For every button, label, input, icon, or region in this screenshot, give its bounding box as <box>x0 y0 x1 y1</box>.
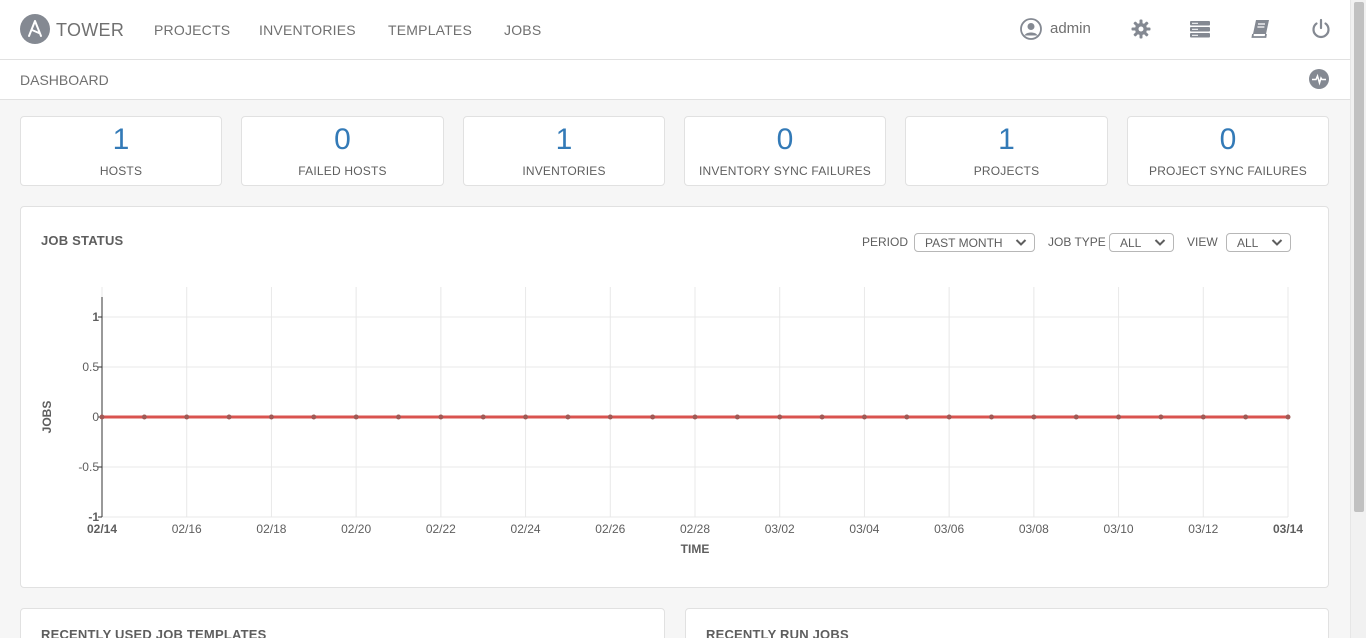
count-failed-hosts[interactable]: 0 FAILED HOSTS <box>241 116 444 186</box>
breadcrumb-dashboard: DASHBOARD <box>20 72 109 88</box>
power-logout-icon[interactable] <box>1310 18 1332 40</box>
data-point <box>692 414 698 420</box>
x-tick-label: 02/24 <box>511 522 541 536</box>
count-project-sync-failures[interactable]: 0 PROJECT SYNC FAILURES <box>1127 116 1329 186</box>
data-point <box>777 414 783 420</box>
vertical-scrollbar[interactable] <box>1350 0 1366 638</box>
data-point <box>141 414 147 420</box>
data-point <box>989 414 994 420</box>
count-value: 1 <box>555 123 573 156</box>
data-point <box>226 414 232 420</box>
ansible-logo-icon[interactable] <box>20 14 50 44</box>
user-icon[interactable] <box>1020 18 1042 40</box>
user-name-link[interactable]: admin <box>1050 20 1091 37</box>
data-point <box>1031 414 1037 420</box>
x-tick-label: 03/12 <box>1188 522 1218 536</box>
count-hosts[interactable]: 1 HOSTS <box>20 116 222 186</box>
y-tick-label: 0 <box>92 410 99 424</box>
data-point <box>1200 414 1206 420</box>
count-inventories[interactable]: 1 INVENTORIES <box>463 116 665 186</box>
data-point <box>1158 414 1164 420</box>
x-tick-label: 03/06 <box>934 522 964 536</box>
data-point <box>565 414 571 420</box>
x-axis-title: TIME <box>681 542 710 556</box>
y-axis-title: JOBS <box>40 401 54 434</box>
breadcrumb-bar: DASHBOARD <box>0 60 1350 100</box>
x-tick-label: 02/26 <box>595 522 625 536</box>
data-point <box>184 414 190 420</box>
activity-stream-icon[interactable] <box>1309 69 1329 89</box>
brand-name[interactable]: TOWER <box>56 20 124 41</box>
x-tick-label: 02/14 <box>87 522 117 536</box>
recent-jobs-title: RECENTLY RUN JOBS <box>706 627 849 638</box>
data-point <box>734 414 740 420</box>
data-point <box>819 414 825 420</box>
job-status-chart: 10.50-0.5-102/14 02/16 02/18 02/20 02/22 02/2… <box>40 287 1303 556</box>
data-point <box>607 414 613 420</box>
count-inventory-sync-failures[interactable]: 0 INVENTORY SYNC FAILURES <box>684 116 886 186</box>
data-point <box>1243 414 1249 420</box>
data-point <box>946 414 952 420</box>
count-label: PROJECT SYNC FAILURES <box>1148 164 1307 178</box>
data-point <box>353 414 359 420</box>
top-navigation-bar: TOWER PROJECTS INVENTORIES TEMPLATES JOB… <box>0 0 1350 60</box>
x-tick-label: 02/22 <box>426 522 456 536</box>
x-tick-label: 02/18 <box>256 522 286 536</box>
server-list-icon[interactable] <box>1189 18 1211 40</box>
x-tick-label: 03/04 <box>849 522 879 536</box>
data-point <box>523 414 529 420</box>
count-value: 0 <box>1219 123 1237 156</box>
count-value: 0 <box>776 123 794 156</box>
count-projects[interactable]: 1 PROJECTS <box>905 116 1108 186</box>
count-label: PROJECTS <box>973 164 1040 178</box>
data-point <box>650 414 656 420</box>
count-label: HOSTS <box>99 164 143 178</box>
data-point <box>861 414 867 420</box>
nav-link-inventories[interactable]: INVENTORIES <box>259 22 356 38</box>
data-point <box>480 414 486 420</box>
job-status-panel: JOB STATUS PERIOD PAST MONTH JOB TYPE AL… <box>20 206 1329 588</box>
data-point <box>268 414 274 420</box>
nav-link-templates[interactable]: TEMPLATES <box>388 22 472 38</box>
recent-job-templates-panel: RECENTLY USED JOB TEMPLATES <box>20 608 665 638</box>
data-point <box>1116 414 1122 420</box>
x-tick-label: 02/28 <box>680 522 710 536</box>
data-point <box>396 414 401 420</box>
x-tick-label: 03/14 <box>1273 522 1303 536</box>
recent-jobs-panel: RECENTLY RUN JOBS <box>685 608 1329 638</box>
settings-gear-icon[interactable] <box>1130 18 1152 40</box>
x-tick-label: 03/02 <box>765 522 795 536</box>
x-tick-label: 02/20 <box>341 522 371 536</box>
y-tick-label: -0.5 <box>78 460 99 474</box>
count-value: 1 <box>998 123 1015 156</box>
count-label: FAILED HOSTS <box>298 164 387 178</box>
scrollbar-thumb[interactable] <box>1354 2 1364 512</box>
data-point <box>311 414 317 420</box>
data-point <box>1073 414 1079 420</box>
nav-link-projects[interactable]: PROJECTS <box>154 22 230 38</box>
data-point <box>438 414 444 420</box>
x-tick-label: 03/08 <box>1019 522 1049 536</box>
y-tick-label: 0.5 <box>82 360 99 374</box>
recent-job-templates-title: RECENTLY USED JOB TEMPLATES <box>41 627 267 638</box>
count-value: 1 <box>112 123 130 156</box>
data-point <box>904 414 910 420</box>
nav-link-jobs[interactable]: JOBS <box>504 22 541 38</box>
documentation-book-icon[interactable] <box>1250 18 1272 40</box>
data-point <box>99 414 105 420</box>
count-label: INVENTORIES <box>522 164 606 178</box>
count-label: INVENTORY SYNC FAILURES <box>699 164 871 178</box>
count-value: 0 <box>334 123 351 156</box>
x-tick-label: 02/16 <box>172 522 202 536</box>
data-point <box>1285 414 1291 420</box>
x-tick-label: 03/10 <box>1104 522 1134 536</box>
y-tick-label: 1 <box>92 310 99 324</box>
